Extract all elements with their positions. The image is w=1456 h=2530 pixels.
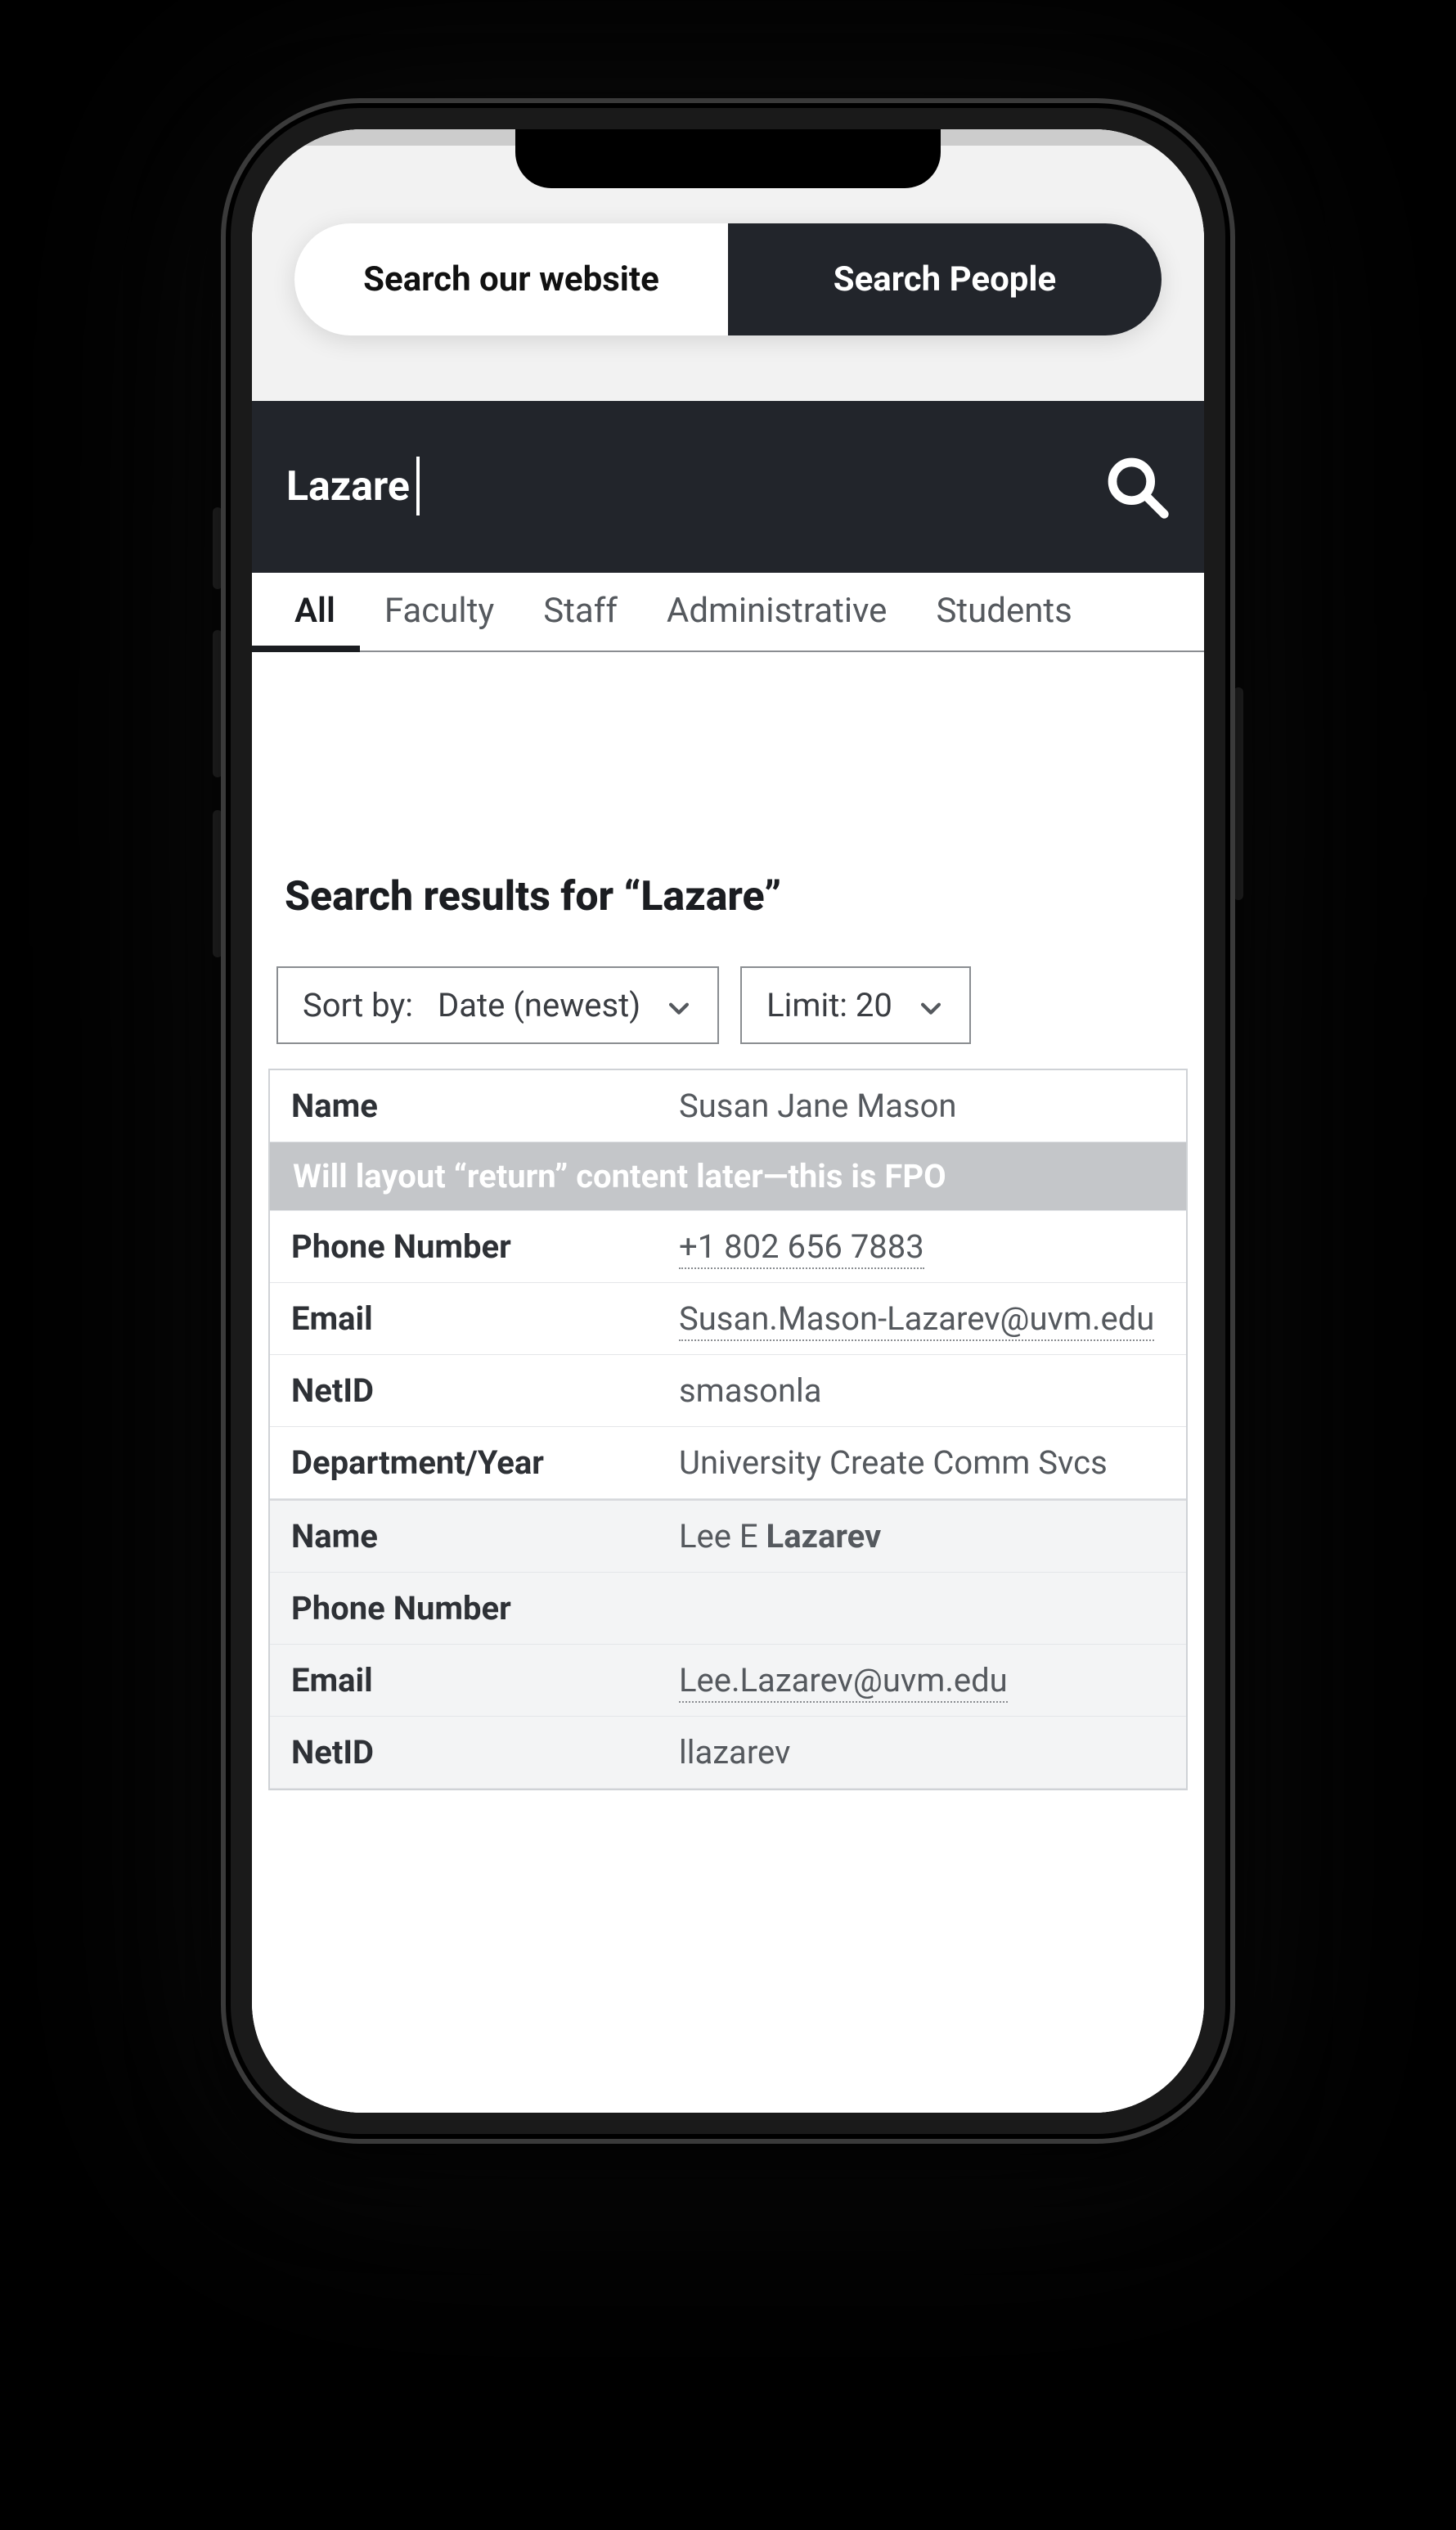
results-area: Search results for “Lazare” Sort by: Dat… xyxy=(252,652,1204,2113)
email-link[interactable]: Susan.Mason-Lazarev@uvm.edu xyxy=(679,1299,1154,1341)
cell-value-email: Lee.Lazarev@uvm.edu xyxy=(679,1645,1186,1716)
sort-prefix: Sort by: xyxy=(303,986,413,1024)
sort-value: Date (newest) xyxy=(438,986,640,1024)
cell-value-netid: smasonla xyxy=(679,1355,1186,1426)
cell-label-email: Email xyxy=(270,1283,679,1354)
tab-all[interactable]: All xyxy=(252,573,360,651)
cell-value-phone xyxy=(679,1592,1186,1625)
cell-label-phone: Phone Number xyxy=(270,1211,679,1282)
results-table: Name Susan Jane Mason Will layout “retur… xyxy=(268,1069,1188,1790)
tab-search-people[interactable]: Search People xyxy=(728,223,1162,335)
cell-label-netid: NetID xyxy=(270,1717,679,1788)
limit-label: Limit: 20 xyxy=(766,986,892,1024)
search-icon[interactable] xyxy=(1104,454,1170,520)
search-input[interactable]: Lazare xyxy=(286,463,1104,511)
cell-value-netid: llazarev xyxy=(679,1717,1186,1788)
device-frame: Search our website Search People Lazare xyxy=(221,98,1235,2144)
searchbar: Lazare xyxy=(252,401,1204,573)
phone-link[interactable]: +1 802 656 7883 xyxy=(679,1227,924,1269)
cell-label-name: Name xyxy=(270,1070,679,1141)
phone-body: Search our website Search People Lazare xyxy=(221,98,1235,2144)
sort-select[interactable]: Sort by: Date (newest) xyxy=(276,966,719,1044)
results-controls: Sort by: Date (newest) Limit: 20 xyxy=(252,966,1204,1069)
table-row: Department/Year University Create Comm S… xyxy=(270,1427,1186,1499)
search-query-text: Lazare xyxy=(286,463,410,511)
cell-label-netid: NetID xyxy=(270,1355,679,1426)
cell-label-phone: Phone Number xyxy=(270,1573,679,1644)
table-row: Name Lee E Lazarev xyxy=(270,1499,1186,1573)
tab-administrative[interactable]: Administrative xyxy=(642,573,912,651)
chevron-down-icon xyxy=(665,992,693,1020)
app-root: Search our website Search People Lazare xyxy=(252,129,1204,2113)
phone-notch xyxy=(515,129,941,188)
email-link[interactable]: Lee.Lazarev@uvm.edu xyxy=(679,1661,1008,1703)
cell-label-email: Email xyxy=(270,1645,679,1716)
phone-screen: Search our website Search People Lazare xyxy=(252,129,1204,2113)
table-row: Email Susan.Mason-Lazarev@uvm.edu xyxy=(270,1283,1186,1355)
fpo-banner: Will layout “return” content later—this … xyxy=(270,1142,1186,1210)
table-row: Phone Number +1 802 656 7883 xyxy=(270,1211,1186,1283)
table-row: Email Lee.Lazarev@uvm.edu xyxy=(270,1645,1186,1717)
name-match: Lazarev xyxy=(766,1517,882,1555)
cell-value-phone: +1 802 656 7883 xyxy=(679,1211,1186,1282)
cell-label-dept: Department/Year xyxy=(270,1427,679,1498)
cell-value-name: Lee E Lazarev xyxy=(679,1501,1186,1572)
tab-students[interactable]: Students xyxy=(911,573,1096,651)
chevron-down-icon xyxy=(917,992,945,1020)
table-row: NetID smasonla xyxy=(270,1355,1186,1427)
fpo-banner-row: Will layout “return” content later—this … xyxy=(270,1142,1186,1211)
filter-tabs: All Faculty Staff Administrative Student… xyxy=(252,573,1204,652)
name-prefix: Lee E xyxy=(679,1517,766,1555)
cell-value-name: Susan Jane Mason xyxy=(679,1070,1186,1141)
table-row: Phone Number xyxy=(270,1573,1186,1645)
tab-staff[interactable]: Staff xyxy=(519,573,642,651)
table-row: NetID llazarev xyxy=(270,1717,1186,1789)
tab-search-website[interactable]: Search our website xyxy=(294,223,728,335)
cell-label-name: Name xyxy=(270,1501,679,1572)
tab-faculty[interactable]: Faculty xyxy=(360,573,519,651)
table-row: Name Susan Jane Mason xyxy=(270,1070,1186,1142)
limit-select[interactable]: Limit: 20 xyxy=(740,966,971,1044)
text-caret xyxy=(416,457,420,515)
cell-value-email: Susan.Mason-Lazarev@uvm.edu xyxy=(679,1283,1186,1354)
results-heading: Search results for “Lazare” xyxy=(252,652,1204,966)
search-mode-pill: Search our website Search People xyxy=(294,223,1162,335)
cell-value-dept: University Create Comm Svcs xyxy=(679,1427,1186,1498)
